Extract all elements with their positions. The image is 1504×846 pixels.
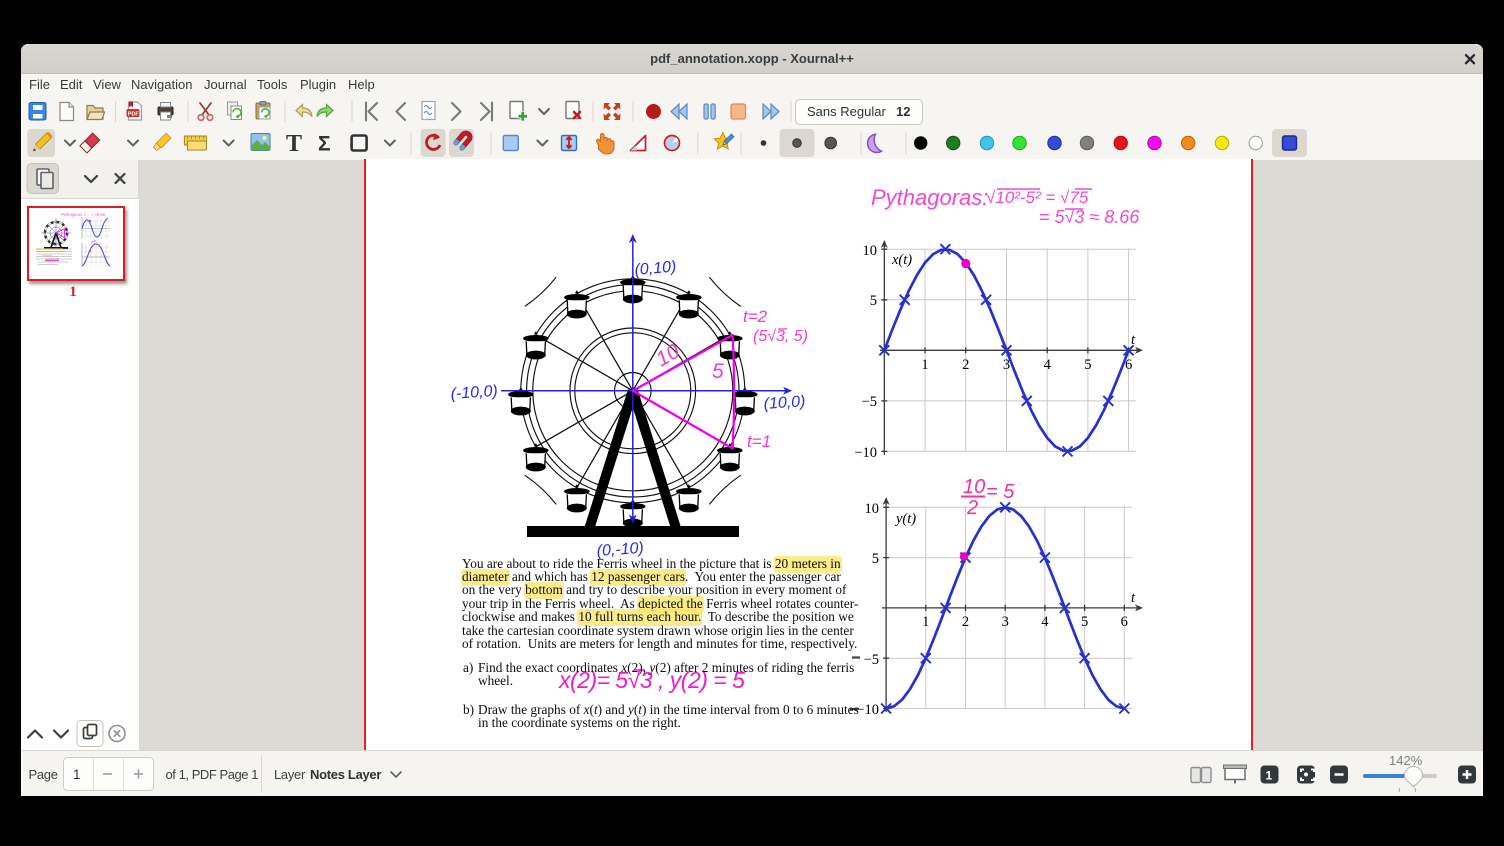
svg-text:−5: −5 — [864, 652, 879, 668]
svg-text:5: 5 — [870, 293, 877, 309]
svg-text:5: 5 — [712, 360, 724, 383]
svg-text:2: 2 — [962, 614, 969, 630]
svg-text:Sans Regular: Sans Regular — [807, 104, 886, 119]
svg-text:Pythagoras:: Pythagoras: — [871, 185, 988, 210]
svg-text:1: 1 — [1266, 769, 1273, 783]
svg-text:10: 10 — [963, 476, 985, 498]
svg-text:(10,0): (10,0) — [763, 393, 806, 413]
svg-text:142%: 142% — [1389, 753, 1423, 768]
svg-text:5: 5 — [1084, 357, 1091, 373]
svg-text:5: 5 — [872, 551, 879, 567]
svg-text:= 5: = 5 — [986, 481, 1015, 503]
svg-text:y(t): y(t) — [894, 511, 916, 527]
svg-text:1: 1 — [921, 357, 928, 373]
svg-text:4: 4 — [1041, 614, 1049, 630]
svg-text:5: 5 — [1081, 614, 1088, 630]
svg-text:1: 1 — [922, 614, 929, 630]
svg-text:Layer: Layer — [274, 767, 306, 782]
svg-text:Σ: Σ — [318, 133, 331, 156]
svg-text:x(t): x(t) — [891, 252, 912, 268]
svg-text:(5√3, 5): (5√3, 5) — [753, 328, 808, 345]
svg-text:(-10,0): (-10,0) — [450, 383, 498, 403]
svg-text:6: 6 — [1121, 614, 1128, 630]
svg-text:= 5√3 ≈ 8.66: = 5√3 ≈ 8.66 — [1039, 207, 1140, 227]
svg-text:−10: −10 — [856, 702, 879, 718]
svg-text:10: 10 — [652, 340, 684, 372]
svg-text:2: 2 — [966, 497, 978, 519]
svg-text:PDF: PDF — [128, 112, 140, 118]
svg-text:(0,10): (0,10) — [634, 258, 677, 279]
svg-text:t: t — [1131, 590, 1136, 606]
svg-text:4: 4 — [1044, 357, 1052, 373]
svg-text:−10: −10 — [854, 445, 877, 461]
svg-text:t=2: t=2 — [743, 307, 768, 326]
svg-text:−5: −5 — [862, 394, 877, 410]
svg-text:x(2)=5: x(2)=5 — [45, 257, 59, 262]
svg-text:12: 12 — [896, 104, 910, 119]
svg-text:2: 2 — [962, 357, 969, 373]
svg-text:t=1: t=1 — [747, 432, 771, 451]
svg-text:10: 10 — [863, 243, 878, 259]
svg-text:=5: =5 — [91, 240, 97, 246]
svg-text:√10²-5² = √75: √10²-5² = √75 — [986, 188, 1089, 207]
svg-text:1: 1 — [73, 767, 81, 782]
svg-text:Notes Layer: Notes Layer — [310, 767, 381, 782]
svg-text:Pythagoras √… = ≈8.66: Pythagoras √… = ≈8.66 — [61, 212, 106, 217]
svg-text:T: T — [286, 131, 302, 157]
svg-text:of 1, PDF Page 1: of 1, PDF Page 1 — [166, 767, 259, 782]
svg-text:3: 3 — [1002, 614, 1009, 630]
svg-text:10: 10 — [865, 501, 880, 517]
svg-text:Page: Page — [29, 767, 58, 782]
